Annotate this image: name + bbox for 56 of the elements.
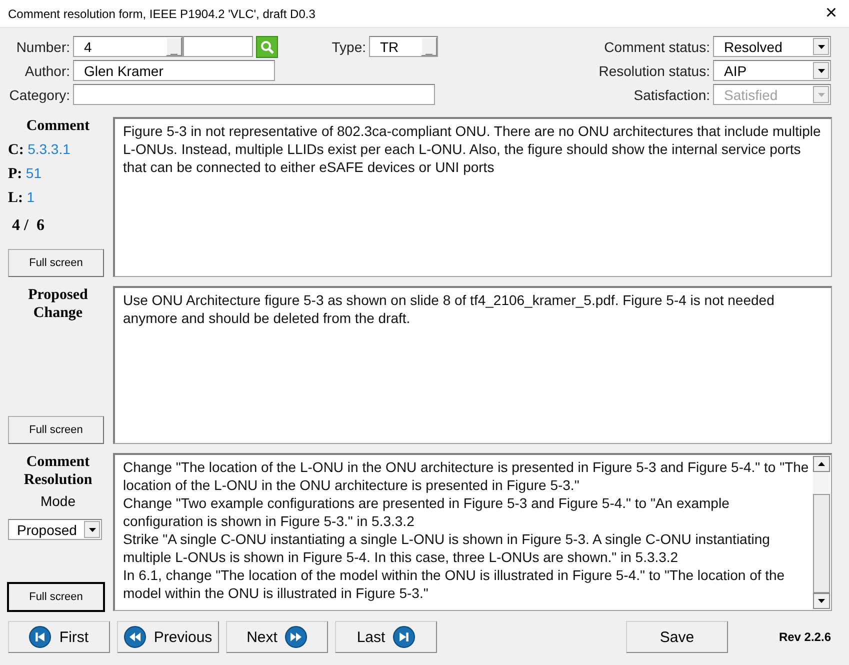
scroll-up-icon xyxy=(818,462,825,466)
reference-text: P: 51 xyxy=(8,165,42,183)
author-field[interactable]: Glen Kramer xyxy=(73,60,275,81)
search-icon xyxy=(260,40,274,54)
search-button[interactable] xyxy=(256,36,278,58)
dropdown-arrow-icon xyxy=(818,68,824,72)
navigation-button[interactable]: Last xyxy=(335,621,437,653)
dropdown-arrow-icon xyxy=(818,44,824,48)
section-heading: Comment Resolution xyxy=(22,453,94,489)
category-label: Category: xyxy=(8,86,70,102)
reference-text: C: 5.3.3.1 xyxy=(8,141,70,159)
mode-label: Mode xyxy=(39,493,77,509)
paragraph: Figure 5-3 in not representative of 802.3ca-compliant ONU. There are no ONU architectures that include multiple L-ONUs. Instead, multiple LLIDs exist per each L-ONU. Also, the figure should show the internal service ports that can be connected to either eSAFE devices or UNI ports xyxy=(123,122,822,176)
full-screen-button[interactable]: Full screen xyxy=(8,583,104,611)
type-label: Type: xyxy=(330,38,366,54)
status-dropdown[interactable]: AIP xyxy=(713,60,831,81)
paragraph: Change "The location of the L-ONU in the ONU architecture is presented in Figure 5-3 and Figure 5-4." to "The location of the L-ONU in the ONU architecture is presented in Figure 5-3." xyxy=(123,458,809,494)
dropdown-arrow-icon xyxy=(88,528,96,532)
text-area[interactable] xyxy=(113,453,832,611)
text-area[interactable]: Use ONU Architecture figure 5-3 as shown on slide 8 of tf4_2106_kramer_5.pdf. Figure 5-4 is not needed anymore and should be deleted from the draft. xyxy=(113,286,832,444)
number-label: Number: xyxy=(15,38,70,54)
skip-icon xyxy=(29,626,52,648)
skip-icon xyxy=(393,626,416,648)
navigation-button[interactable]: Previous xyxy=(117,621,219,653)
reference-text: L: 1 xyxy=(8,189,35,207)
dropdown-arrow-icon xyxy=(818,599,825,603)
comment-counter: 4 / 6 xyxy=(12,217,44,235)
dropdown-arrow-icon xyxy=(818,92,824,96)
navigation-button[interactable]: First xyxy=(8,621,110,653)
window-title: Comment resolution form, IEEE P1904.2 'VLC', draft D0.3 xyxy=(8,6,316,20)
mode-dropdown[interactable]: Proposed xyxy=(8,519,102,540)
paragraph: Change "Two example configurations are presented in Figure 5-3 and Figure 5-4." to "An example configuration is shown in Figure 5-3." in 5.3.3.2 xyxy=(123,494,730,530)
save-button[interactable]: Save xyxy=(626,621,728,653)
number-field[interactable]: 4 _ xyxy=(73,36,183,57)
revision-label: Rev 2.2.6 xyxy=(778,630,831,644)
section-heading: Comment xyxy=(25,117,91,135)
type-field[interactable]: TR _ xyxy=(369,36,438,57)
section-heading: Proposed Change xyxy=(27,286,89,322)
full-screen-button[interactable]: Full screen xyxy=(8,249,104,277)
number-picker-button[interactable]: _ xyxy=(166,37,182,56)
text-area[interactable] xyxy=(113,117,832,277)
author-label: Author: xyxy=(24,62,70,78)
number-to-field[interactable] xyxy=(183,36,253,57)
status-dropdown[interactable]: Resolved xyxy=(713,36,831,57)
paragraph: Strike "A single C-ONU instantiating a single L-ONU is shown in Figure 5-3. A single C-ONU instantiating multiple L-ONUs is shown in Figure 5-4. In this case, three L-ONUs are shown." in 5.3.3.2 xyxy=(123,530,771,566)
status-label: Comment status: xyxy=(603,38,710,54)
full-screen-button[interactable]: Full screen xyxy=(8,416,104,444)
navigation-button[interactable]: Next xyxy=(226,621,328,653)
close-button[interactable]: × xyxy=(819,2,843,25)
category-field[interactable] xyxy=(73,84,435,105)
status-label: Satisfaction: xyxy=(632,86,710,102)
paragraph: Use ONU Architecture figure 5-3 as shown on slide 8 of tf4_2106_kramer_5.pdf. Figure 5-4 is not needed anymore and should be deleted from the draft. xyxy=(123,291,776,327)
status-label: Resolution status: xyxy=(598,62,710,78)
paragraph: In 6.1, change "The location of the model within the ONU is illustrated in Figure 5-4." to "The location of the model within the ONU is illustrated in Figure 5-3." xyxy=(123,566,786,602)
type-picker-button[interactable]: _ xyxy=(421,37,437,56)
scrollbar[interactable] xyxy=(813,456,830,609)
